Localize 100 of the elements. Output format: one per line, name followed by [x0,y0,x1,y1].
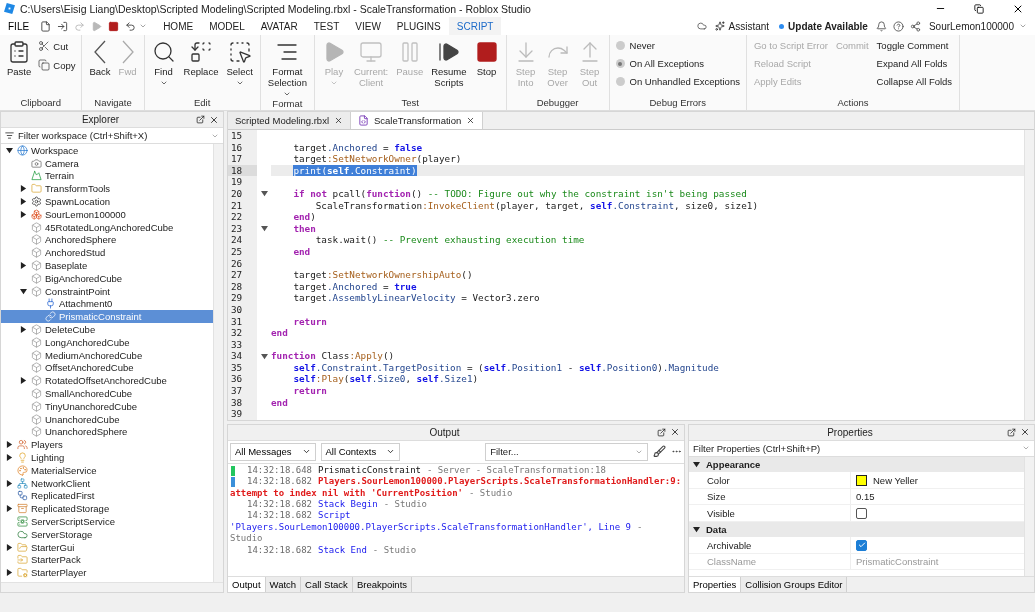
collapse-arrow-icon[interactable] [20,210,27,218]
tree-item[interactable]: MediumAnchoredCube [1,348,213,362]
ribbon-button[interactable]: Cut [36,40,78,52]
tree-item[interactable]: StarterPlayer [1,566,213,580]
tree-item[interactable]: DeleteCube [1,323,213,336]
ribbon-button[interactable]: Paste [4,40,35,77]
collapse-arrow-icon[interactable] [6,441,13,449]
undock-icon[interactable] [1007,427,1016,437]
tree-item[interactable]: TinyUnanchoredCube [1,399,213,413]
tree-item[interactable]: Attachment0 [1,297,213,311]
collapse-arrow-icon[interactable] [6,479,13,487]
broom-icon[interactable] [653,445,666,459]
user-menu[interactable]: SourLemon100000 [923,17,1019,35]
tree-item[interactable]: UnanchoredCube [1,412,213,426]
tree-item[interactable]: UnanchoredSphere [1,425,213,439]
filter-input[interactable]: Filter... [490,446,635,458]
collapse-arrow-icon[interactable] [6,569,13,577]
tree-item[interactable]: AnchoredStud [1,246,213,260]
tree-item[interactable]: Camera [1,156,213,170]
ribbon-tab[interactable]: PLUGINS [388,17,449,35]
ribbon-tab[interactable]: VIEW [347,17,389,35]
panel-tab[interactable]: Output [228,577,266,592]
ribbon-button[interactable]: Find [148,40,179,87]
collapse-arrow-icon[interactable] [6,454,13,461]
filter-field[interactable]: Filter workspace (Ctrl+Shift+X) [18,130,207,141]
collapse-arrow-icon[interactable] [20,377,27,385]
context-filter-dropdown[interactable]: All Contexts [320,442,401,461]
update-button[interactable]: Update Available [774,17,873,35]
collapse-arrow-icon[interactable] [20,198,27,206]
panel-tab[interactable]: Call Stack [301,577,353,592]
close-icon[interactable] [334,116,343,125]
collapse-arrow-icon[interactable] [6,543,13,551]
tree-item[interactable]: 45RotatedLongAnchoredCube [1,220,213,234]
tree-item[interactable]: SourLemon100000 [1,208,213,221]
radio-option[interactable]: Never [613,40,742,51]
checkbox[interactable] [856,507,867,519]
undock-icon[interactable] [196,115,205,124]
panel-tab[interactable]: Collision Groups Editor [741,577,848,592]
undock-icon[interactable] [657,427,666,437]
panel-tab[interactable]: Properties [689,577,742,592]
tree-item[interactable]: NetworkClient [1,476,213,490]
tree-item[interactable]: SmallAnchoredCube [1,387,213,400]
tree-item[interactable]: TransformTools [1,182,213,196]
collapse-arrow-icon[interactable] [20,185,27,193]
tree-item[interactable]: ServerStorage [1,527,213,541]
message-filter-dropdown[interactable]: All Messages [230,442,316,461]
expand-arrow-icon[interactable] [693,461,700,469]
tree-item[interactable]: Players [1,438,213,452]
close-icon[interactable] [670,427,680,438]
editor-tab[interactable]: ScaleTransformation [351,112,484,129]
panel-tab[interactable]: Breakpoints [352,577,413,592]
tree-item[interactable]: ReplicatedStorage [1,502,213,516]
ribbon-command[interactable]: Expand All Folds [873,58,956,69]
expand-arrow-icon[interactable] [260,190,268,198]
assistant-button[interactable]: Assistant [709,17,775,35]
vertical-scrollbar[interactable] [1024,456,1034,576]
ribbon-command[interactable]: Collapse All Folds [873,76,956,87]
tree-item[interactable]: MaterialService [1,463,213,477]
collapse-arrow-icon[interactable] [6,505,13,513]
expand-arrow-icon[interactable] [260,225,268,233]
radio-option[interactable]: On All Exceptions [613,58,742,69]
ribbon-tab[interactable]: TEST [305,17,348,35]
tree-item[interactable]: RotatedOffsetAnchoredCube [1,374,213,388]
tree-item[interactable]: LongAnchoredCube [1,335,213,349]
tree-item[interactable]: AnchoredSphere [1,233,213,247]
panel-tab[interactable]: Watch [265,577,302,592]
tree-item[interactable]: BigAnchoredCube [1,271,213,285]
filter-field[interactable]: Filter Properties (Ctrl+Shift+P) [693,442,1018,454]
tree-item[interactable]: StarterGui [1,540,213,554]
tree-item[interactable]: Workspace [1,144,213,157]
ribbon-button[interactable]: Resume Scripts [428,40,470,88]
tree-item[interactable]: ServerScriptService [1,515,213,528]
expand-arrow-icon[interactable] [20,287,27,295]
checkbox[interactable] [856,539,867,551]
tree-item[interactable]: ReplicatedFirst [1,489,213,503]
tree-item[interactable]: Lighting [1,451,213,464]
radio-option[interactable]: On Unhandled Exceptions [613,76,742,87]
vertical-scrollbar[interactable] [1024,130,1034,420]
close-icon[interactable] [466,116,476,125]
tree-item[interactable]: SpawnLocation [1,195,213,208]
tree-item[interactable]: Terrain [1,169,213,183]
ribbon-button[interactable]: Stop [471,40,502,77]
filter-field[interactable]: Filter... [485,442,648,461]
expand-arrow-icon[interactable] [6,146,13,154]
ribbon-tab[interactable]: MODEL [201,17,253,35]
ribbon-tab[interactable]: AVATAR [252,17,306,35]
tree-item[interactable]: StarterPack [1,553,213,567]
expand-arrow-icon[interactable] [693,526,700,534]
vertical-scrollbar[interactable] [213,144,223,582]
ribbon-tab[interactable]: HOME [155,17,202,35]
editor-tab[interactable]: Scripted Modeling.rbxl [228,112,351,129]
collapse-arrow-icon[interactable] [20,326,27,334]
expand-arrow-icon[interactable] [260,352,268,360]
ribbon-button[interactable]: Replace [180,40,222,77]
tree-item[interactable]: ConstraintPoint [1,284,213,298]
ribbon-command[interactable]: Toggle Comment [873,40,956,51]
tree-item[interactable]: Baseplate [1,259,213,272]
ribbon-button[interactable]: Back [86,40,114,77]
collapse-arrow-icon[interactable] [20,262,27,270]
close-icon[interactable] [1020,427,1030,438]
